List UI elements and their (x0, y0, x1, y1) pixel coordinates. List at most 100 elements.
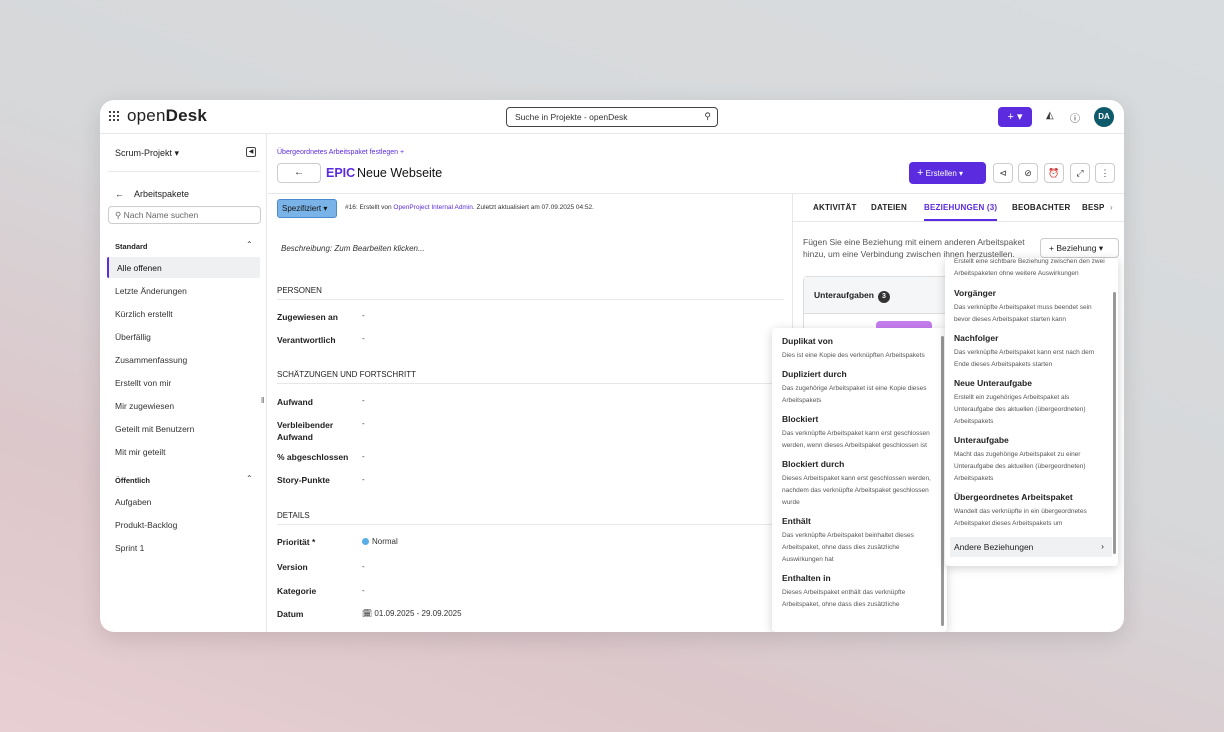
menu-item-includes[interactable]: Enthält Das verknüpfte Arbeitspaket beinh… (782, 516, 937, 566)
responsible-value[interactable]: - (362, 334, 365, 343)
sidebar-item-alle-offenen[interactable]: Alle offenen (107, 257, 260, 278)
chevron-right-icon: › (1101, 541, 1104, 551)
sidebar-item[interactable]: Zusammenfassung (107, 349, 260, 370)
menu-item-successor[interactable]: Nachfolger Das verknüpfte Arbeitspaket ka… (954, 333, 1108, 371)
header-divider (268, 193, 1124, 194)
chevron-right-icon[interactable]: › (1110, 203, 1113, 212)
priority-dot-icon (362, 538, 369, 545)
back-to-work-packages[interactable]: ← Arbeitspakete (115, 189, 199, 199)
arrow-left-icon: ← (115, 189, 124, 199)
relations-menu-other: Duplikat von Dies ist eine Kopie des verk… (772, 328, 947, 632)
menu-item-new-child[interactable]: Neue Unteraufgabe Erstellt ein zugehörige… (954, 378, 1108, 428)
sidebar-item[interactable]: Sprint 1 (107, 537, 260, 558)
work-value[interactable]: - (362, 396, 365, 405)
related-desc[interactable]: Erstellt eine sichtbare Beziehung zwisch… (954, 258, 1108, 280)
top-bar: openDesk Suche in Projekte - openDesk ⚲ … (100, 100, 1124, 134)
app-grid-icon[interactable] (109, 111, 119, 121)
help-icon[interactable]: ⓘ (1070, 110, 1080, 125)
project-selector[interactable]: Scrum-Projekt ▾ (115, 148, 179, 159)
sidebar-item[interactable]: Mir zugewiesen (107, 395, 260, 416)
search-icon: ⚲ (704, 111, 711, 121)
assignee-label: Zugewiesen an (277, 312, 338, 322)
percent-done-value[interactable]: - (362, 452, 365, 461)
tab-divider (793, 221, 1124, 222)
inbox-icon[interactable]: ◭ (1046, 110, 1054, 121)
app-window: openDesk Suche in Projekte - openDesk ⚲ … (100, 100, 1124, 632)
page-title[interactable]: Neue Webseite (357, 166, 442, 180)
priority-label: Priorität * (277, 537, 316, 547)
sidebar-item[interactable]: Überfällig (107, 326, 260, 347)
menu-item-duplicate-of[interactable]: Duplikat von Dies ist eine Kopie des verk… (782, 336, 937, 362)
tab-discussion[interactable]: BESP (1082, 203, 1104, 212)
tab-watchers[interactable]: BEOBACHTER (1012, 203, 1070, 212)
calendar-icon: 🗓 (362, 609, 373, 618)
unwatch-icon[interactable]: ⊘ (1018, 163, 1038, 183)
priority-value[interactable]: Normal (362, 537, 398, 546)
remaining-work-value[interactable]: - (362, 419, 365, 428)
version-label: Version (277, 562, 308, 572)
menu-item-child[interactable]: Unteraufgabe Macht das zugehörige Arbeits… (954, 435, 1108, 485)
menu-scrollbar[interactable] (941, 336, 944, 626)
share-icon[interactable]: ⊲ (993, 163, 1013, 183)
section-people: PERSONEN (277, 286, 784, 300)
menu-item-duplicated-by[interactable]: Dupliziert durch Das zugehörige Arbeitspa… (782, 369, 937, 407)
sidebar-item[interactable]: Produkt-Backlog (107, 514, 260, 535)
sidebar-item[interactable]: Aufgaben (107, 491, 260, 512)
reminder-icon[interactable]: ⏰ (1044, 163, 1064, 183)
tab-files[interactable]: DATEIEN (871, 203, 907, 212)
sidebar-divider (108, 171, 260, 172)
relations-menu: Erstellt eine sichtbare Beziehung zwisch… (945, 258, 1118, 566)
assignee-value[interactable]: - (362, 311, 365, 320)
menu-item-other-relations[interactable]: Andere Beziehungen › (950, 537, 1112, 557)
version-value[interactable]: - (362, 562, 365, 571)
section-public: Öffentlich (115, 476, 150, 485)
sidebar-item[interactable]: Mit mir geteilt (107, 441, 260, 462)
menu-item-parent[interactable]: Übergeordnetes Arbeitspaket Wandelt das v… (954, 492, 1108, 530)
global-search-input[interactable]: Suche in Projekte - openDesk ⚲ (506, 107, 718, 127)
responsible-label: Verantwortlich (277, 335, 336, 345)
logo[interactable]: openDesk (127, 106, 207, 126)
sidebar-item[interactable]: Erstellt von mir (107, 372, 260, 393)
relations-info: Fügen Sie eine Beziehung mit einem ander… (803, 237, 1025, 259)
story-points-value[interactable]: - (362, 475, 365, 484)
resize-handle[interactable]: ‖ (261, 396, 264, 405)
quick-add-button[interactable]: + ▾ (998, 107, 1032, 127)
menu-item-blocked-by[interactable]: Blockiert durch Dieses Arbeitspaket kann … (782, 459, 937, 509)
back-button[interactable]: ← (277, 163, 321, 183)
sidebar-item[interactable]: Geteilt mit Benutzern (107, 418, 260, 439)
add-relation-button[interactable]: + Beziehung ▾ (1040, 238, 1119, 258)
sidebar-item[interactable]: Kürzlich erstellt (107, 303, 260, 324)
date-value[interactable]: 🗓 01.09.2025 - 29.09.2025 (362, 609, 462, 618)
category-label: Kategorie (277, 586, 317, 596)
status-dropdown[interactable]: Spezifiziert ▾ (277, 199, 337, 218)
fullscreen-icon[interactable]: ⤢ (1070, 163, 1090, 183)
author-link[interactable]: OpenProject Internal Admin (393, 204, 473, 211)
collapse-sidebar-icon[interactable]: ◀ (246, 147, 256, 157)
category-value[interactable]: - (362, 586, 365, 595)
chevron-up-icon[interactable]: ⌃ (246, 474, 253, 483)
menu-item-predecessor[interactable]: Vorgänger Das verknüpfte Arbeitspaket mus… (954, 288, 1108, 326)
tab-relations[interactable]: BEZIEHUNGEN (3) (924, 203, 998, 221)
subtasks-count-badge: 3 (877, 291, 890, 303)
section-estimates: SCHÄTZUNGEN UND FORTSCHRITT (277, 370, 784, 384)
description-field[interactable]: Beschreibung: Zum Bearbeiten klicken... (281, 244, 425, 253)
section-standard: Standard (115, 242, 148, 251)
avatar[interactable]: DA (1094, 107, 1114, 127)
date-label: Datum (277, 609, 304, 619)
story-points-label: Story-Punkte (277, 475, 330, 485)
more-icon[interactable]: ⋮ (1095, 163, 1115, 183)
menu-scrollbar[interactable] (1113, 292, 1116, 554)
menu-item-blocks[interactable]: Blockiert Das verknüpfte Arbeitspaket kan… (782, 414, 937, 452)
section-details: DETAILS (277, 511, 784, 525)
tab-activity[interactable]: AKTIVITÄT (813, 203, 857, 212)
percent-done-label: % abgeschlossen (277, 452, 349, 462)
work-label: Aufwand (277, 397, 313, 407)
create-button[interactable]: + Erstellen ▾ (909, 162, 986, 184)
sidebar-item[interactable]: Letzte Änderungen (107, 280, 260, 301)
sidebar-search-input[interactable]: ⚲ Nach Name suchen (108, 206, 261, 224)
chevron-up-icon[interactable]: ⌃ (246, 240, 253, 249)
sidebar: Scrum-Projekt ▾ ◀ ← Arbeitspakete ⚲ Nach … (100, 134, 267, 632)
set-parent-link[interactable]: Übergeordnetes Arbeitspaket festlegen + (277, 149, 404, 156)
remaining-work-label: Verbleibender Aufwand (277, 420, 334, 442)
menu-item-part-of[interactable]: Enthalten in Dieses Arbeitspaket enthält … (782, 573, 937, 611)
